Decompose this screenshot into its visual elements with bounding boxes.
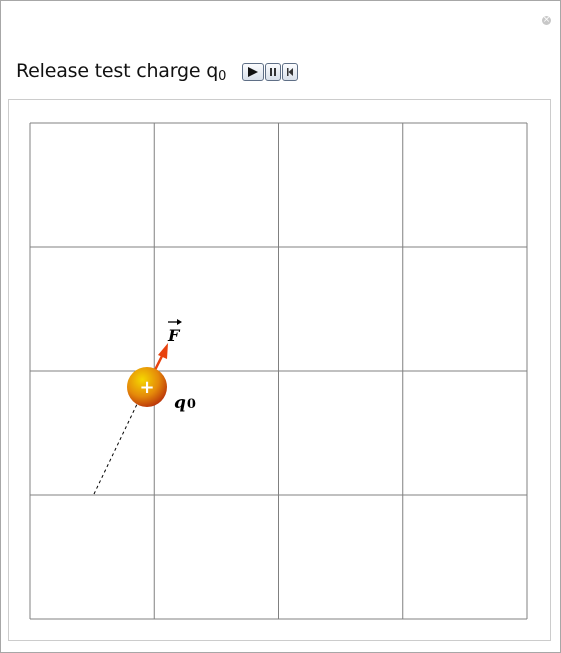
force-label: F <box>167 319 182 345</box>
test-charge[interactable]: + <box>127 367 167 407</box>
charge-sign: + <box>139 377 154 398</box>
grid <box>29 122 528 620</box>
force-arrow <box>152 343 168 373</box>
trajectory-path <box>93 399 140 495</box>
charge-label: q0 <box>174 393 196 413</box>
field-plot: F + q0 <box>29 122 528 620</box>
svg-text:F: F <box>167 326 181 345</box>
